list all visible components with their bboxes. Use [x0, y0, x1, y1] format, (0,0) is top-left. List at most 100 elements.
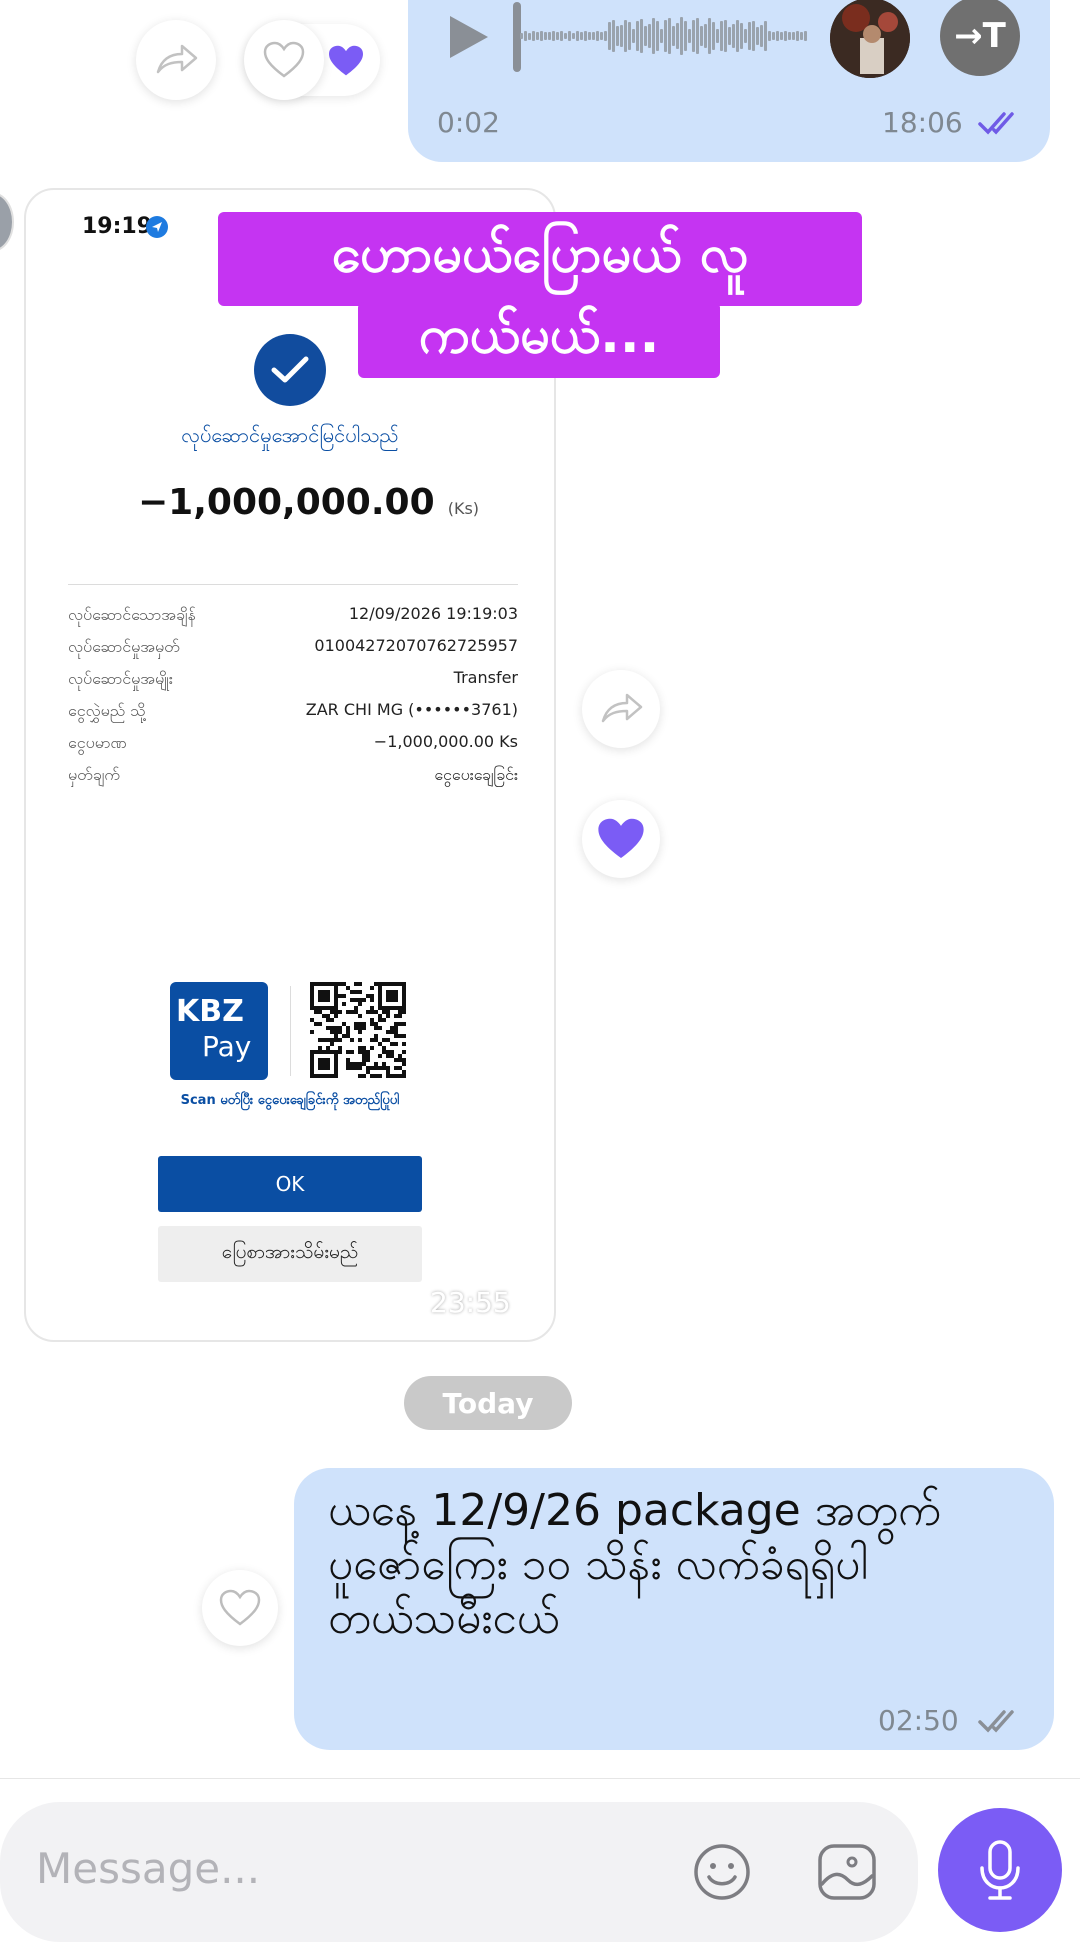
message-time: 02:50 [878, 1704, 959, 1737]
voice-duration: 0:02 [437, 106, 500, 139]
ok-button[interactable]: OK [158, 1156, 422, 1212]
waveform-bar [700, 26, 703, 47]
waveform-bar [792, 31, 795, 41]
amount: −1,000,000.00 (Ks) [138, 482, 480, 523]
waveform-bar [520, 33, 523, 39]
detail-row: ငွေလွှဲမည် သို့ ZAR CHI MG (••••••3761) [68, 700, 518, 720]
waveform-bar [532, 31, 535, 41]
read-ticks-icon [978, 1710, 1014, 1733]
detail-row: မှတ်ချက် ငွေပေးချေခြင်း [68, 765, 518, 784]
location-arrow-icon [146, 216, 168, 238]
waveform-bar [600, 31, 603, 41]
waveform-bar [588, 31, 591, 41]
waveform-bar [528, 32, 531, 40]
waveform-bar [748, 21, 751, 51]
waveform-bar [644, 25, 647, 47]
composer-divider [0, 1778, 1080, 1779]
waveform-bar [804, 31, 807, 41]
waveform-bar [704, 23, 707, 49]
liked-heart-icon [598, 818, 644, 859]
save-receipt-button[interactable]: ပြေစာအားသိမ်းမည် [158, 1226, 422, 1282]
forward-arrow-icon [601, 693, 643, 723]
waveform-bar [640, 19, 643, 53]
sticker-line-1: ဟောမယ်ပြောမယ် လူ [218, 212, 862, 306]
forward-button[interactable] [136, 20, 216, 100]
microphone-icon [980, 1840, 1020, 1900]
waveform-bar [788, 31, 791, 41]
forward-arrow-icon [156, 44, 198, 74]
avatar-photo-icon [830, 0, 910, 78]
waveform-bar [708, 18, 711, 54]
waveform-bar [572, 32, 575, 40]
gallery-sticker-icon [818, 1844, 876, 1900]
status-time: 19:19 [82, 214, 153, 239]
waveform-bar [692, 19, 695, 53]
audio-waveform[interactable] [520, 16, 807, 56]
detail-row: လုပ်ဆောင်မှုအမျိုး Transfer [68, 668, 518, 688]
forward-button[interactable] [582, 670, 660, 748]
image-time: 23:55 [430, 1286, 511, 1319]
waveform-bar [756, 27, 759, 45]
voice-record-button[interactable] [938, 1808, 1062, 1932]
waveform-bar [616, 26, 619, 46]
play-icon [450, 16, 488, 58]
waveform-bar [740, 22, 743, 50]
waveform-bar [560, 31, 563, 41]
waveform-bar [636, 20, 639, 52]
like-button[interactable] [582, 800, 660, 878]
waveform-bar [540, 31, 543, 41]
waveform-bar [680, 17, 683, 55]
waveform-bar [584, 31, 587, 41]
waveform-bar [548, 31, 551, 41]
waveform-bar [564, 32, 567, 40]
waveform-bar [664, 19, 667, 53]
message-input[interactable]: Message... [36, 1844, 260, 1893]
kbzpay-logo: KBZ Pay [170, 982, 268, 1080]
waveform-bar [768, 31, 771, 41]
qr-code-icon [310, 982, 406, 1078]
waveform-bar [712, 21, 715, 51]
waveform-bar [648, 24, 651, 48]
waveform-bar [780, 31, 783, 41]
waveform-bar [552, 31, 555, 41]
sticker-button[interactable] [814, 1840, 880, 1904]
date-divider: Today [404, 1376, 572, 1430]
waveform-bar [752, 20, 755, 52]
waveform-bar [652, 18, 655, 54]
waveform-bar [684, 20, 687, 52]
waveform-bar [628, 22, 631, 50]
smiley-icon [694, 1844, 750, 1900]
sender-avatar[interactable] [0, 192, 14, 252]
waveform-bar [604, 31, 607, 41]
detail-row: ငွေပမာဏ −1,000,000.00 Ks [68, 732, 518, 752]
waveform-bar [776, 31, 779, 41]
waveform-bar [732, 24, 735, 48]
waveform-bar [728, 26, 731, 46]
waveform-bar [672, 25, 675, 47]
heart-icon [219, 1589, 261, 1626]
divider [68, 584, 518, 585]
waveform-bar [764, 20, 767, 52]
detail-row: လုပ်ဆောင်မှုအမှတ် 01004272070762725957 [68, 636, 518, 656]
waveform-bar [592, 31, 595, 41]
success-check-icon [254, 334, 326, 406]
waveform-bar [736, 19, 739, 53]
waveform-bar [760, 24, 763, 48]
success-text: လုပ်ဆောင်မှုအောင်မြင်ပါသည် [181, 423, 399, 447]
read-ticks-icon [978, 112, 1014, 135]
waveform-bar [744, 28, 747, 44]
waveform-bar [568, 31, 571, 41]
avatar[interactable] [830, 0, 910, 78]
scan-instruction: Scan မတ်ပြီး ငွေပေးချေခြင်းကို အတည်ပြုပါ [180, 1093, 400, 1108]
like-button[interactable] [202, 1570, 278, 1646]
waveform-bar [668, 18, 671, 54]
logo-separator [290, 986, 291, 1076]
waveform-bar [632, 29, 635, 43]
heart-icon [263, 41, 305, 78]
waveform-bar [608, 22, 611, 50]
play-button[interactable] [446, 14, 492, 60]
waveform-bar [800, 32, 803, 40]
emoji-button[interactable] [690, 1840, 754, 1904]
like-button[interactable] [244, 20, 324, 100]
waveform-bar [660, 29, 663, 44]
